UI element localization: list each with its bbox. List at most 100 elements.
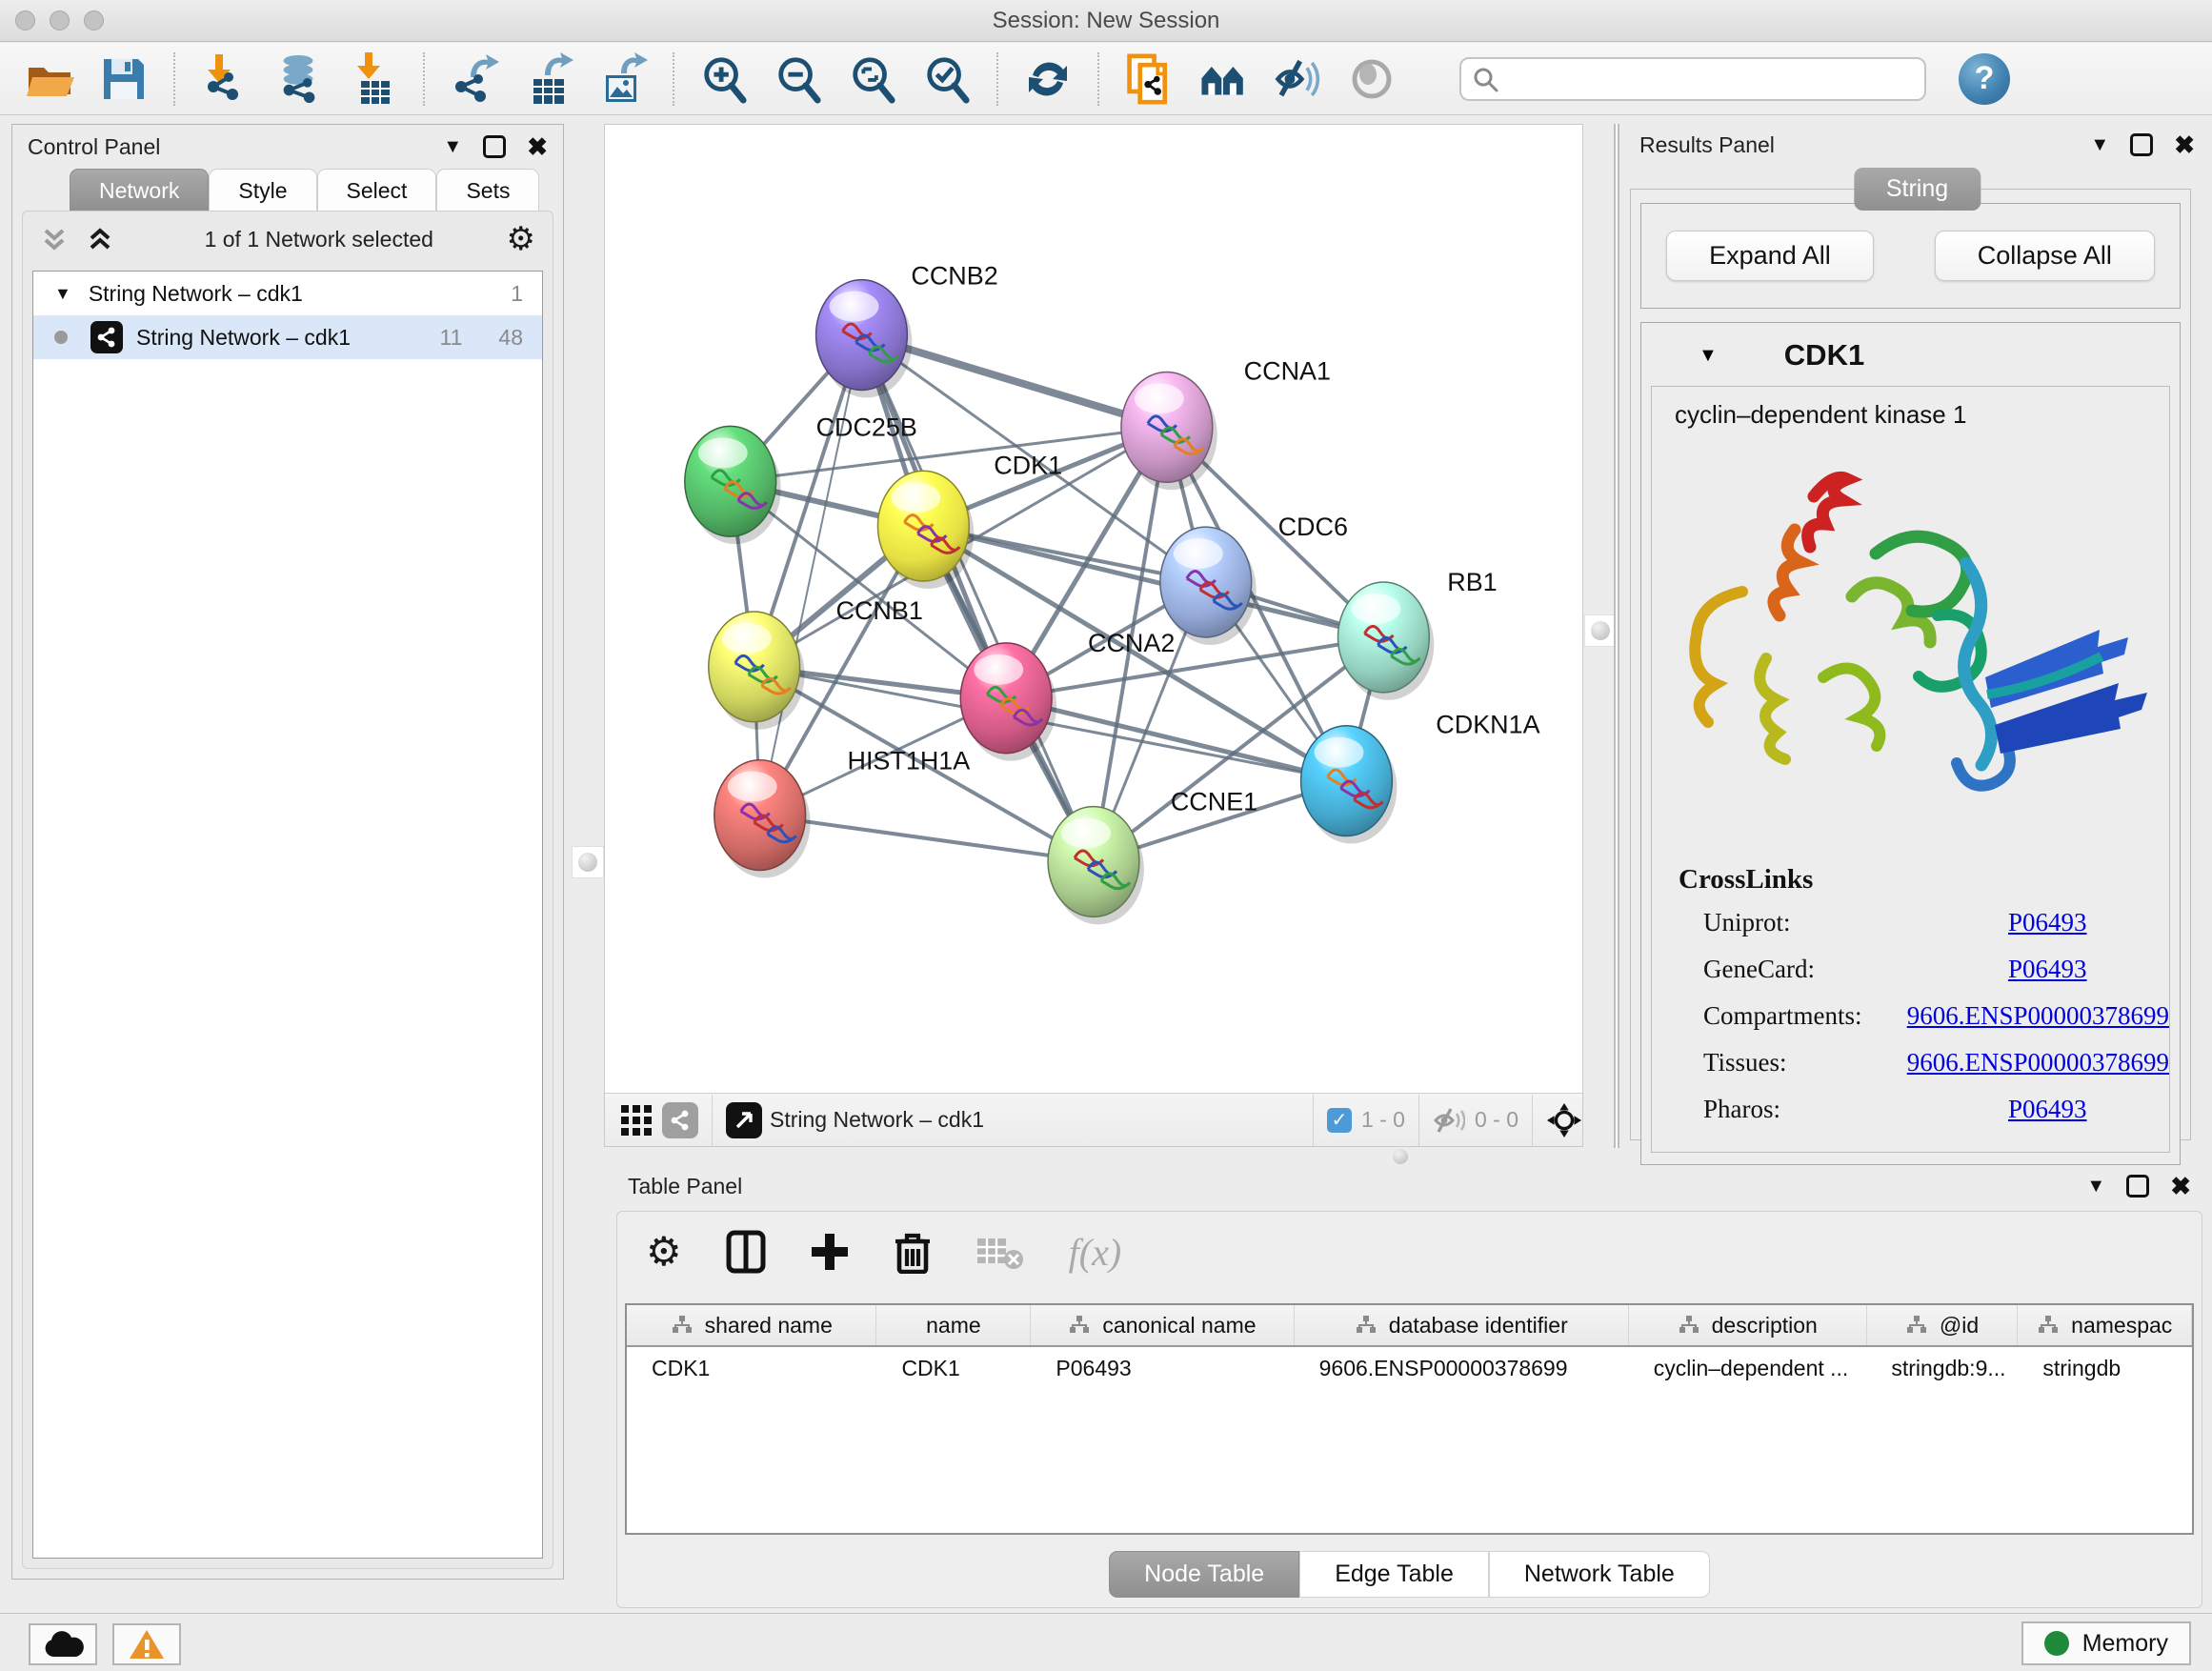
results-panel-minimize-icon[interactable]: ▼ <box>2090 134 2109 156</box>
collapse-all-icon[interactable] <box>40 225 69 253</box>
expand-all-button[interactable]: Expand All <box>1666 231 1874 281</box>
column-header-canonical-name[interactable]: canonical name <box>1031 1305 1294 1345</box>
table-cell[interactable]: cyclin–dependent ... <box>1629 1347 1867 1389</box>
crosslink-link[interactable]: P06493 <box>2008 908 2087 937</box>
right-splitter-grip[interactable] <box>1584 614 1617 647</box>
zoom-out-button[interactable] <box>774 54 823 104</box>
detach-view-button[interactable] <box>726 1102 762 1138</box>
help-button[interactable]: ? <box>1959 53 2010 105</box>
tab-string[interactable]: String <box>1854 168 1981 211</box>
network-graph[interactable]: CCNB2CCNA1CDC25BCDK1CDC6RB1CCNB1CCNA2CDK… <box>605 125 1582 1093</box>
panel-splitter[interactable] <box>1614 124 1619 1148</box>
birdseye-toggle-button[interactable] <box>1546 1102 1582 1138</box>
table-panel-close-icon[interactable]: ✖ <box>2170 1172 2191 1201</box>
horizontal-splitter-grip[interactable] <box>1393 1149 1414 1162</box>
search-input[interactable] <box>1459 57 1926 101</box>
warnings-button[interactable] <box>112 1623 181 1665</box>
table-cell[interactable]: 9606.ENSP00000378699 <box>1295 1347 1629 1389</box>
network-tree: ▼ String Network – cdk1 1 String Network… <box>32 271 543 1559</box>
node-CCNA1[interactable]: CCNA1 <box>1121 356 1331 490</box>
import-network-button[interactable] <box>200 54 250 104</box>
tab-edge-table[interactable]: Edge Table <box>1299 1551 1489 1598</box>
results-panel-title: Results Panel <box>1639 132 1775 158</box>
grid-view-button[interactable] <box>618 1102 654 1138</box>
zoom-selected-button[interactable] <box>922 54 972 104</box>
network-row-selected[interactable]: String Network – cdk1 11 48 <box>33 315 542 359</box>
table-row[interactable]: CDK1CDK1P064939606.ENSP00000378699cyclin… <box>627 1347 2192 1389</box>
crosslink-link[interactable]: 9606.ENSP00000378699 <box>1907 1001 2169 1031</box>
refresh-button[interactable] <box>1023 54 1073 104</box>
results-panel-close-icon[interactable]: ✖ <box>2174 131 2195 160</box>
left-splitter-grip[interactable] <box>572 846 604 878</box>
save-session-button[interactable] <box>99 54 149 104</box>
node-CCNE1[interactable]: CCNE1 <box>1048 788 1257 925</box>
tab-select[interactable]: Select <box>317 169 437 211</box>
zoom-in-button[interactable] <box>699 54 749 104</box>
hidden-eye-icon <box>1433 1107 1465 1134</box>
collapse-all-button[interactable]: Collapse All <box>1935 231 2155 281</box>
delete-column-icon[interactable] <box>894 1230 932 1274</box>
crosslink-row: Pharos:P06493 <box>1652 1086 2169 1133</box>
table-cell[interactable]: stringdb <box>2018 1347 2192 1389</box>
crosslink-link[interactable]: 9606.ENSP00000378699 <box>1907 1048 2169 1077</box>
export-image-button[interactable] <box>598 54 648 104</box>
hide-graphics-details-button[interactable] <box>1273 54 1322 104</box>
node-CDC6[interactable]: CDC6 <box>1160 513 1348 645</box>
node-RB1[interactable]: RB1 <box>1337 568 1497 700</box>
open-folder-icon <box>25 54 74 104</box>
column-header-database-identifier[interactable]: database identifier <box>1295 1305 1629 1345</box>
import-network-from-database-button[interactable] <box>274 54 324 104</box>
open-session-button[interactable] <box>25 54 74 104</box>
cloud-status-button[interactable] <box>29 1623 97 1665</box>
tab-network-table[interactable]: Network Table <box>1489 1551 1710 1598</box>
table-cell[interactable]: P06493 <box>1031 1347 1294 1389</box>
memory-button[interactable]: Memory <box>2021 1621 2191 1665</box>
entry-collapse-caret-icon[interactable]: ▼ <box>1699 345 1718 367</box>
edge-CDK1-RB1[interactable] <box>923 526 1383 637</box>
table-panel-minimize-icon[interactable]: ▼ <box>2086 1176 2105 1198</box>
tab-node-table[interactable]: Node Table <box>1109 1551 1299 1598</box>
export-network-button[interactable] <box>450 54 499 104</box>
edge-CCNB2-HIST1H1A[interactable] <box>760 335 862 815</box>
show-graphics-details-button[interactable] <box>1347 54 1397 104</box>
network-collection-row[interactable]: ▼ String Network – cdk1 1 <box>33 272 542 315</box>
column-header--id[interactable]: @id <box>1867 1305 2019 1345</box>
duplicate-network-button[interactable] <box>1124 54 1174 104</box>
network-canvas[interactable]: CCNB2CCNA1CDC25BCDK1CDC6RB1CCNB1CCNA2CDK… <box>605 125 1582 1093</box>
zoom-fit-button[interactable] <box>848 54 897 104</box>
node-HIST1H1A[interactable]: HIST1H1A <box>714 747 971 878</box>
import-table-button[interactable] <box>349 54 398 104</box>
table-cell[interactable]: CDK1 <box>627 1347 876 1389</box>
tab-sets[interactable]: Sets <box>436 169 539 211</box>
control-panel-minimize-icon[interactable]: ▼ <box>443 136 462 158</box>
show-columns-icon[interactable] <box>726 1230 766 1274</box>
control-panel-float-icon[interactable] <box>483 135 506 158</box>
table-panel-float-icon[interactable] <box>2126 1175 2149 1198</box>
table-options-gear-icon[interactable]: ⚙ <box>646 1232 682 1272</box>
tab-style[interactable]: Style <box>209 169 316 211</box>
table-cell[interactable]: CDK1 <box>876 1347 1031 1389</box>
crosslink-row: GeneCard:P06493 <box>1652 946 2169 993</box>
column-header-name[interactable]: name <box>876 1305 1031 1345</box>
network-share-toggle[interactable] <box>662 1102 698 1138</box>
tab-network[interactable]: Network <box>70 169 209 211</box>
node-CDKN1A[interactable]: CDKN1A <box>1301 711 1540 844</box>
results-panel-float-icon[interactable] <box>2130 133 2153 156</box>
crosslink-link[interactable]: P06493 <box>2008 955 2087 984</box>
control-panel-close-icon[interactable]: ✖ <box>527 132 548 162</box>
network-options-gear-icon[interactable]: ⚙ <box>507 223 535 255</box>
column-header-namespac[interactable]: namespac <box>2018 1305 2192 1345</box>
crosslink-label: GeneCard: <box>1703 955 2008 984</box>
column-header-description[interactable]: description <box>1629 1305 1867 1345</box>
node-result-header[interactable]: ▼ CDK1 <box>1641 323 2180 386</box>
node-CCNB2[interactable]: CCNB2 <box>816 262 998 398</box>
add-column-icon[interactable] <box>810 1232 850 1272</box>
export-table-button[interactable] <box>524 54 573 104</box>
selected-checkbox-icon[interactable]: ✓ <box>1327 1108 1352 1133</box>
collection-expand-caret-icon[interactable]: ▼ <box>54 284 71 304</box>
crosslink-link[interactable]: P06493 <box>2008 1095 2087 1124</box>
table-cell[interactable]: stringdb:9... <box>1866 1347 2018 1389</box>
column-header-shared-name[interactable]: shared name <box>627 1305 876 1345</box>
expand-all-icon[interactable] <box>86 225 114 253</box>
birdseye-button[interactable] <box>1198 54 1248 104</box>
